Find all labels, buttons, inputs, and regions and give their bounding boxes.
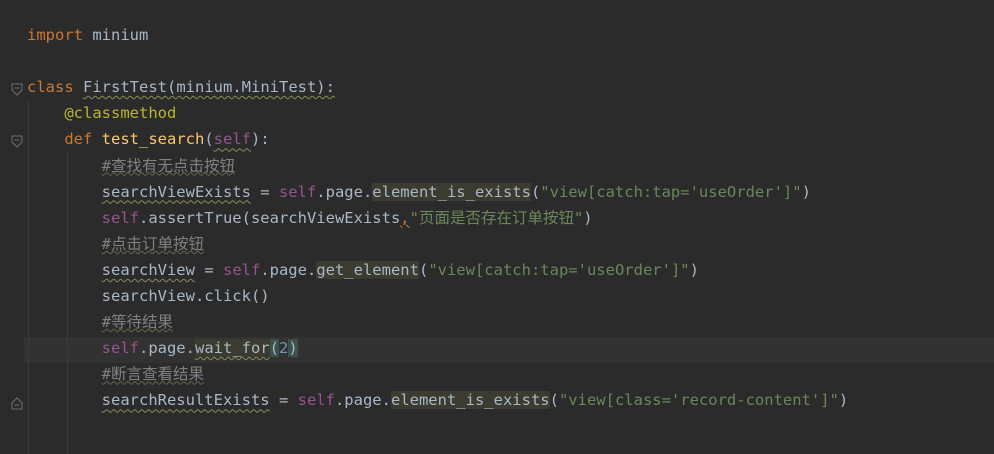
code-token: ):: [251, 130, 270, 149]
code-line[interactable]: class FirstTest(minium.MiniTest):: [27, 74, 335, 100]
code-token: self: [101, 208, 139, 227]
fold-open-icon[interactable]: [11, 135, 23, 149]
code-line[interactable]: searchView.click(): [27, 283, 270, 309]
code-token: #等待结果: [101, 313, 173, 332]
code-token: (: [269, 339, 279, 358]
code-token: @classmethod: [64, 104, 177, 123]
code-token: "view[catch:tap='useOrder']": [540, 182, 802, 201]
code-token: minium: [83, 26, 149, 44]
code-token: "view[class='record-content']": [558, 391, 839, 410]
code-token: (: [204, 130, 214, 149]
code-token: "view[catch:tap='useOrder']": [428, 260, 690, 279]
code-token: #断言查看结果: [101, 365, 204, 384]
code-token: (: [418, 260, 429, 279]
code-token: #点击订单按钮: [101, 234, 204, 253]
code-token: def: [64, 130, 93, 149]
code-token: =: [269, 391, 298, 410]
code-token: FirstTest(minium.MiniTest):: [83, 78, 335, 97]
code-line[interactable]: searchViewExists = self.page.element_is_…: [27, 179, 811, 205]
code-token: ): [838, 391, 849, 410]
code-token: ): [689, 260, 699, 279]
fold-close-icon[interactable]: [11, 396, 23, 410]
code-line[interactable]: self.page.wait_for(2): [27, 335, 298, 361]
code-token: =: [194, 260, 223, 279]
code-token: searchViewExists: [101, 182, 251, 201]
code-line[interactable]: #点击订单按钮: [27, 231, 204, 257]
code-line[interactable]: #断言查看结果: [27, 361, 204, 387]
code-token: ): [288, 339, 298, 358]
fold-open-icon[interactable]: [11, 83, 23, 97]
code-line[interactable]: @classmethod: [27, 100, 176, 126]
code-token: ): [583, 208, 593, 227]
code-line[interactable]: import minium: [27, 22, 148, 48]
code-token: (: [549, 391, 559, 410]
code-token: self: [278, 182, 317, 201]
code-token: .page.: [260, 260, 317, 279]
code-line[interactable]: #等待结果: [27, 309, 173, 335]
code-token: .page.: [334, 391, 391, 410]
code-token: self: [222, 260, 261, 279]
code-token: self: [213, 130, 251, 149]
code-token: searchView: [101, 260, 195, 279]
code-line[interactable]: def test_search(self):: [27, 126, 270, 152]
code-token: element_is_exists: [390, 391, 550, 410]
code-line[interactable]: #查找有无点击按钮: [27, 153, 235, 179]
code-line[interactable]: searchView = self.page.get_element("view…: [27, 257, 699, 283]
code-token: import: [27, 26, 83, 44]
code-token: wait_for: [194, 339, 270, 358]
code-token: "页面是否存在订单按钮": [409, 208, 584, 227]
code-token: element_is_exists: [372, 182, 531, 201]
code-token: test_search: [101, 130, 205, 149]
code-token: =: [250, 182, 279, 201]
code-editor[interactable]: import minium class FirstTest(minium.Mini…: [0, 0, 994, 454]
code-token: ): [801, 182, 811, 201]
code-token: searchResultExists: [101, 391, 270, 410]
code-token: (: [530, 182, 541, 201]
code-token: self: [297, 391, 335, 410]
code-token: ,: [400, 208, 410, 227]
code-token: .assertTrue(searchViewExists: [138, 208, 401, 227]
code-token: .page.: [316, 182, 373, 201]
editor-gutter: [0, 0, 24, 454]
code-token: self: [101, 339, 139, 358]
code-token: #查找有无点击按钮: [101, 156, 235, 175]
code-token: 2: [278, 339, 289, 358]
code-token: get_element: [316, 260, 419, 279]
code-line[interactable]: self.assertTrue(searchViewExists,"页面是否存在…: [27, 205, 593, 231]
code-line[interactable]: searchResultExists = self.page.element_i…: [27, 387, 848, 413]
code-token: class: [27, 78, 74, 97]
code-token: .page.: [138, 339, 195, 358]
code-token: searchView.click(): [101, 287, 270, 305]
